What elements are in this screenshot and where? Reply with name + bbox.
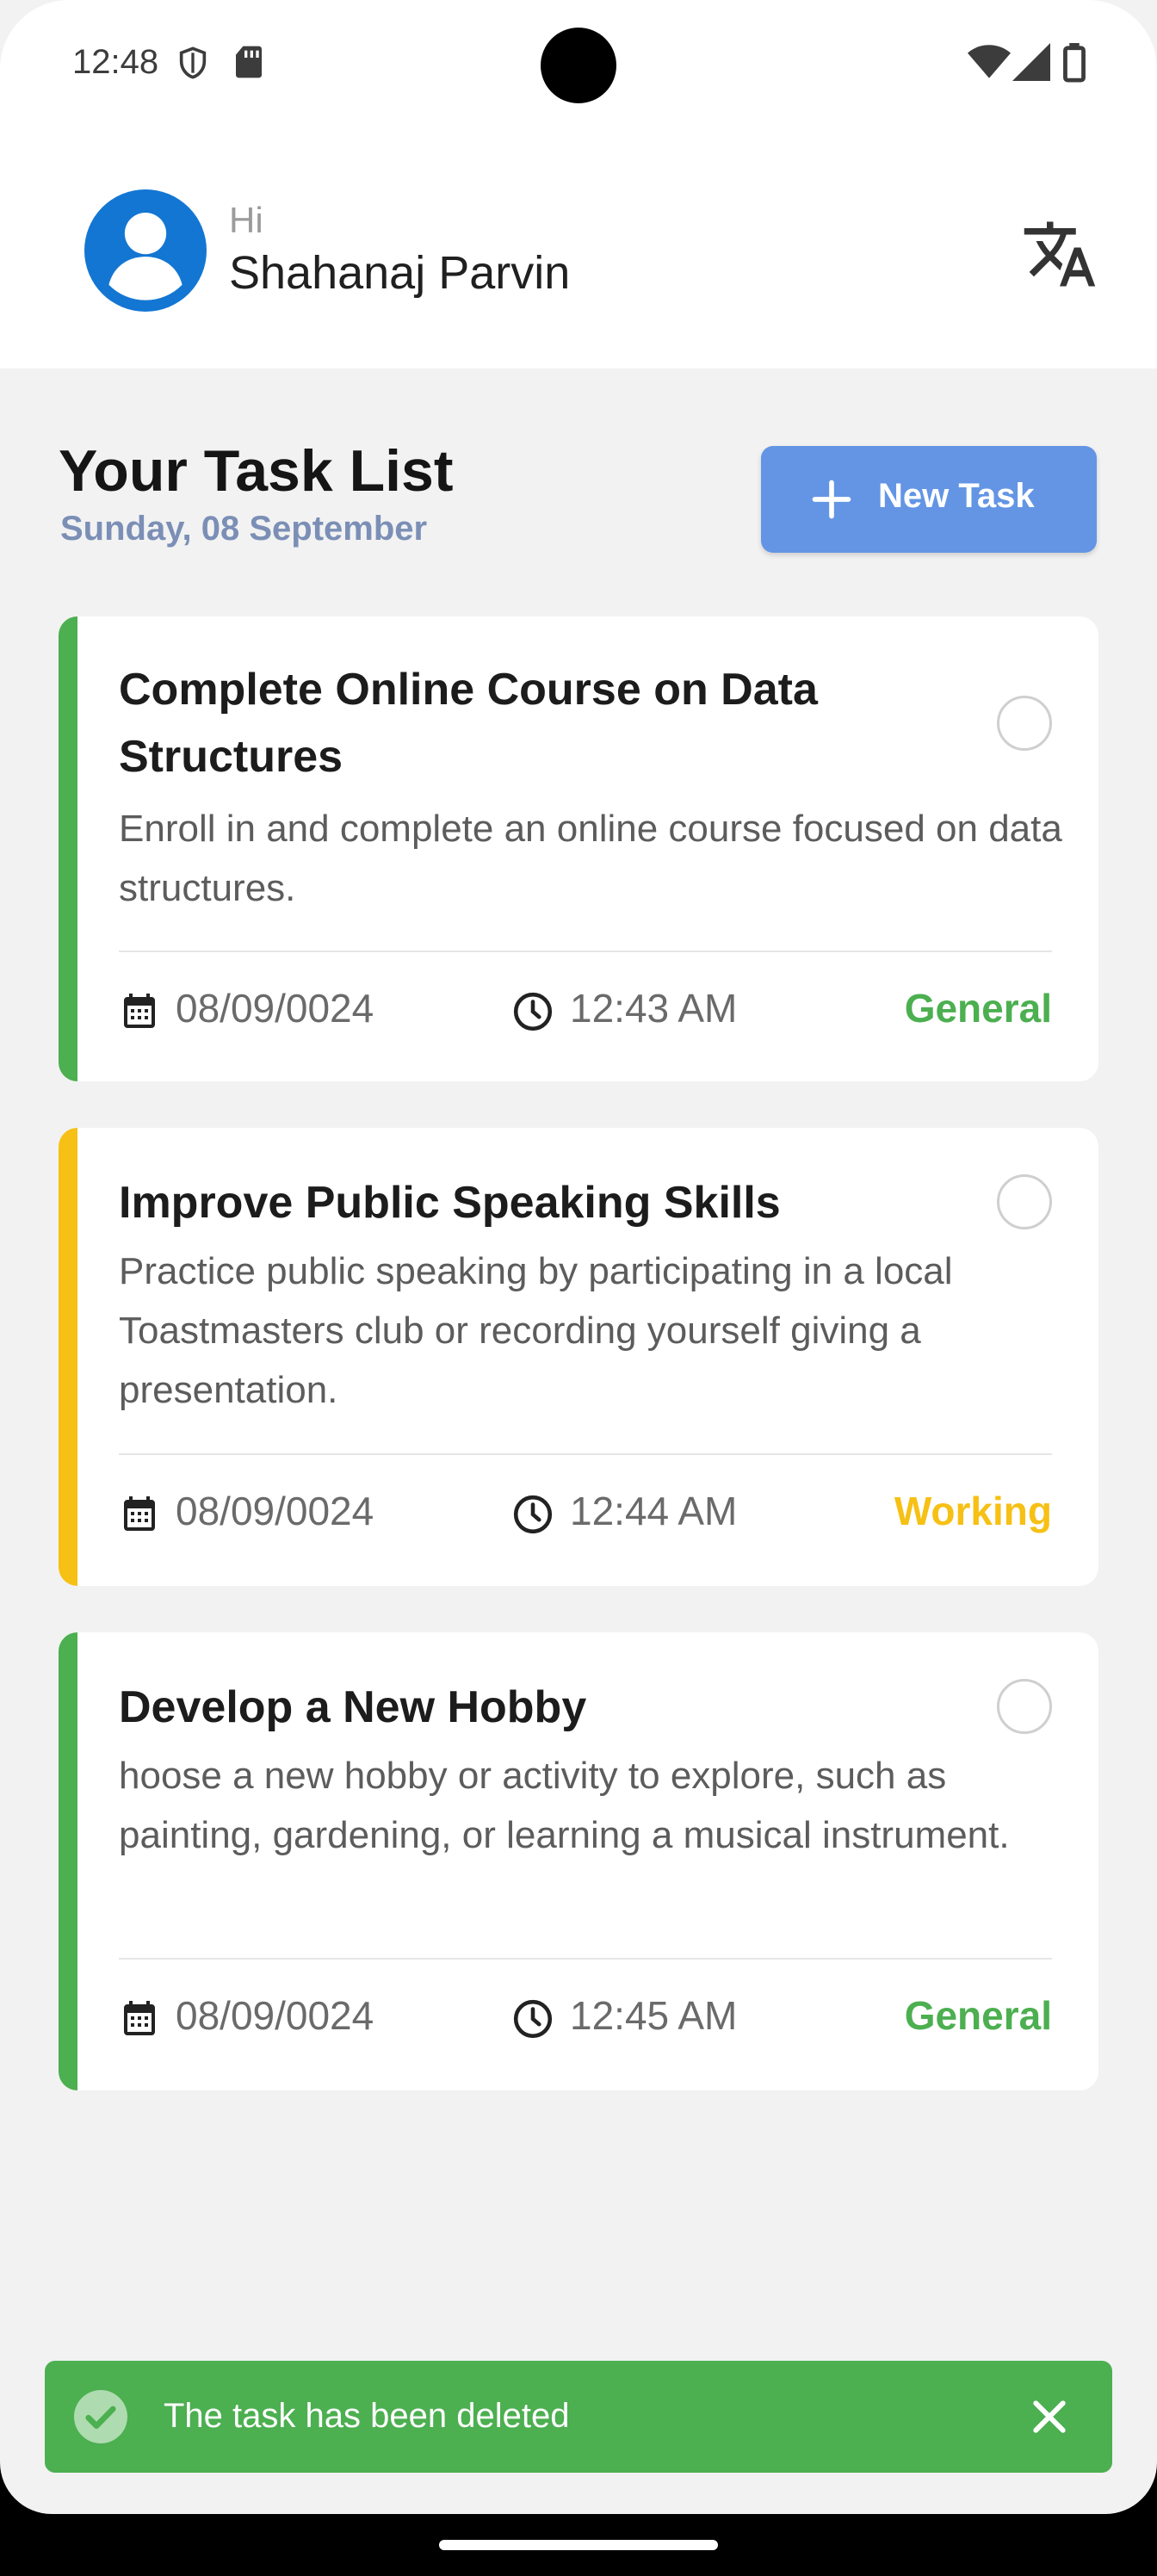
task-description: hoose a new hobby or activity to explore… — [119, 1755, 1010, 1856]
greeting-text: Hi — [229, 200, 263, 240]
card-divider — [119, 1453, 1052, 1455]
task-meta: 08/09/0024 12:45 AM General — [119, 1992, 1052, 2044]
category-stripe — [59, 616, 77, 1081]
card-divider — [119, 1958, 1052, 1960]
clock-icon — [513, 992, 553, 1031]
clock-icon — [513, 1999, 553, 2039]
task-complete-checkbox[interactable] — [997, 1679, 1052, 1734]
task-complete-checkbox[interactable] — [997, 1174, 1052, 1229]
task-title: Develop a New Hobby — [119, 1682, 587, 1732]
task-date: 08/09/0024 — [176, 1993, 374, 2038]
task-complete-checkbox[interactable] — [997, 696, 1052, 751]
wifi-icon — [968, 45, 1011, 78]
calendar-icon — [124, 1496, 155, 1531]
new-task-button[interactable]: New Task — [761, 446, 1097, 553]
task-date: 08/09/0024 — [176, 1489, 374, 1533]
task-meta: 08/09/0024 12:43 AM General — [119, 985, 1052, 1037]
snackbar: The task has been deleted — [45, 2361, 1112, 2473]
translate-icon[interactable] — [1021, 215, 1098, 293]
task-category: General — [904, 986, 1052, 1031]
cell-signal-icon — [1012, 43, 1050, 81]
plus-icon — [812, 480, 851, 519]
battery-icon — [1063, 43, 1086, 83]
category-stripe — [59, 1128, 77, 1586]
task-card[interactable]: Improve Public Speaking Skills Practice … — [59, 1128, 1098, 1586]
task-time: 12:43 AM — [570, 986, 738, 1031]
task-description: Practice public speaking by participatin… — [119, 1250, 953, 1411]
avatar-icon[interactable] — [84, 189, 207, 312]
new-task-label: New Task — [878, 477, 1035, 515]
calendar-icon — [124, 994, 155, 1028]
calendar-icon — [124, 2001, 155, 2035]
check-circle-icon — [74, 2390, 127, 2443]
user-name: Shahanaj Parvin — [229, 247, 571, 299]
home-gesture-bar[interactable] — [439, 2540, 718, 2550]
page-title: Your Task List — [59, 438, 454, 504]
task-meta: 08/09/0024 12:44 AM Working — [119, 1488, 1052, 1539]
task-card[interactable]: Develop a New Hobby hoose a new hobby or… — [59, 1632, 1098, 2090]
task-title: Complete Online Course on Data Structure… — [119, 665, 818, 782]
task-category: General — [904, 1993, 1052, 2038]
camera-cutout — [541, 28, 616, 103]
page-date: Sunday, 08 September — [60, 510, 428, 548]
task-description: Enroll in and complete an online course … — [119, 808, 1062, 909]
task-card[interactable]: Complete Online Course on Data Structure… — [59, 616, 1098, 1081]
app-screen: 12:48 Hi Shahanaj Parvin Your Task List … — [0, 0, 1157, 2514]
category-stripe — [59, 1632, 77, 2090]
snackbar-message: The task has been deleted — [164, 2397, 570, 2435]
sd-card-icon — [236, 46, 262, 78]
close-icon[interactable] — [1026, 2393, 1073, 2440]
task-date: 08/09/0024 — [176, 986, 374, 1031]
card-divider — [119, 951, 1052, 952]
task-category: Working — [894, 1489, 1052, 1533]
shield-icon — [179, 46, 207, 79]
clock-icon — [513, 1495, 553, 1534]
status-bar: 12:48 — [0, 0, 1157, 129]
task-title: Improve Public Speaking Skills — [119, 1178, 781, 1228]
app-header: Hi Shahanaj Parvin — [0, 129, 1157, 368]
status-time: 12:48 — [72, 43, 159, 81]
task-time: 12:44 AM — [570, 1489, 738, 1533]
task-time: 12:45 AM — [570, 1993, 738, 2038]
